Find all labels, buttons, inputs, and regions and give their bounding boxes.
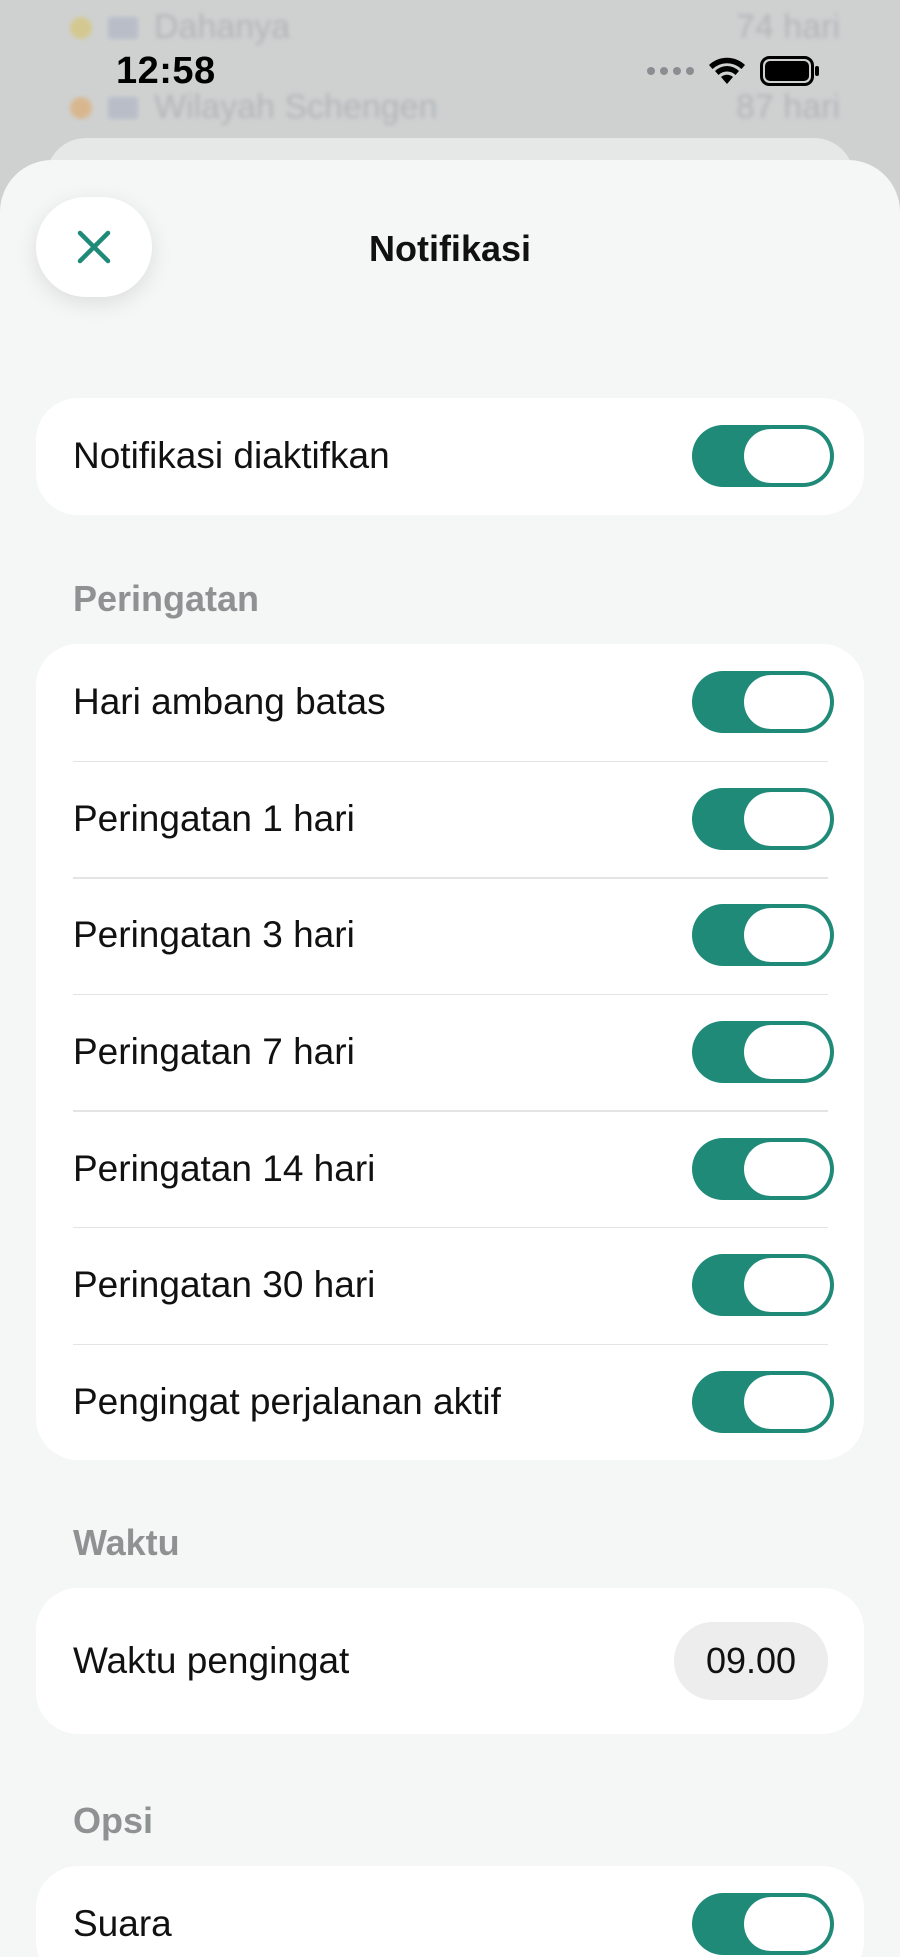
warning-3-day-toggle[interactable] bbox=[692, 904, 834, 967]
warnings-group: Hari ambang batas Peringatan 1 hari Peri… bbox=[36, 644, 864, 1461]
warning-30-day-toggle[interactable] bbox=[692, 1254, 834, 1317]
row-label: Pengingat perjalanan aktif bbox=[73, 1380, 501, 1422]
status-bar: 12:58 bbox=[0, 0, 900, 140]
main-toggle-group: Notifikasi diaktifkan bbox=[36, 398, 864, 515]
status-time: 12:58 bbox=[116, 50, 216, 92]
active-trip-reminder-toggle[interactable] bbox=[692, 1370, 834, 1433]
time-group: Waktu pengingat 09.00 bbox=[36, 1588, 864, 1734]
notifications-enabled-row: Notifikasi diaktifkan bbox=[36, 398, 864, 515]
warning-30-day-row: Peringatan 30 hari bbox=[36, 1226, 864, 1344]
warning-14-day-toggle[interactable] bbox=[692, 1137, 834, 1200]
row-label: Waktu pengingat bbox=[73, 1640, 350, 1681]
wifi-icon bbox=[709, 57, 745, 84]
warning-14-day-row: Peringatan 14 hari bbox=[36, 1110, 864, 1227]
section-label-options: Opsi bbox=[73, 1800, 154, 1841]
cellular-signal-icon bbox=[647, 67, 694, 75]
section-label-warnings: Peringatan bbox=[73, 578, 260, 619]
warning-1-day-row: Peringatan 1 hari bbox=[36, 760, 864, 878]
sound-row: Suara bbox=[36, 1866, 864, 1957]
section-label-time: Waktu bbox=[73, 1522, 180, 1563]
notification-sheet: Notifikasi Notifikasi diaktifkan Peringa… bbox=[0, 160, 900, 1957]
row-label: Hari ambang batas bbox=[73, 681, 386, 723]
reminder-time-picker[interactable]: 09.00 bbox=[674, 1622, 828, 1700]
sheet-title: Notifikasi bbox=[368, 228, 532, 269]
warning-3-day-row: Peringatan 3 hari bbox=[36, 877, 864, 994]
row-label: Peringatan 7 hari bbox=[73, 1031, 355, 1073]
options-group: Suara bbox=[36, 1866, 864, 1957]
warning-1-day-toggle[interactable] bbox=[692, 787, 834, 850]
status-icons bbox=[647, 56, 820, 86]
row-label: Peringatan 3 hari bbox=[73, 914, 355, 956]
sound-toggle[interactable] bbox=[692, 1893, 834, 1956]
warning-7-day-toggle[interactable] bbox=[692, 1021, 834, 1084]
row-label: Notifikasi diaktifkan bbox=[73, 435, 390, 477]
row-label: Peringatan 1 hari bbox=[73, 797, 355, 839]
threshold-days-row: Hari ambang batas bbox=[36, 644, 864, 761]
row-label: Peringatan 14 hari bbox=[73, 1147, 376, 1189]
row-label: Suara bbox=[73, 1903, 172, 1945]
row-label: Peringatan 30 hari bbox=[73, 1264, 376, 1306]
active-trip-reminder-row: Pengingat perjalanan aktif bbox=[36, 1343, 864, 1461]
battery-icon bbox=[760, 56, 819, 86]
threshold-days-toggle[interactable] bbox=[692, 671, 834, 734]
screen: Dahanya 74 hari Wilayah Schengen 87 hari… bbox=[0, 0, 900, 1957]
reminder-time-row: Waktu pengingat 09.00 bbox=[36, 1588, 864, 1734]
notifications-enabled-toggle[interactable] bbox=[692, 425, 834, 488]
warning-7-day-row: Peringatan 7 hari bbox=[36, 993, 864, 1111]
